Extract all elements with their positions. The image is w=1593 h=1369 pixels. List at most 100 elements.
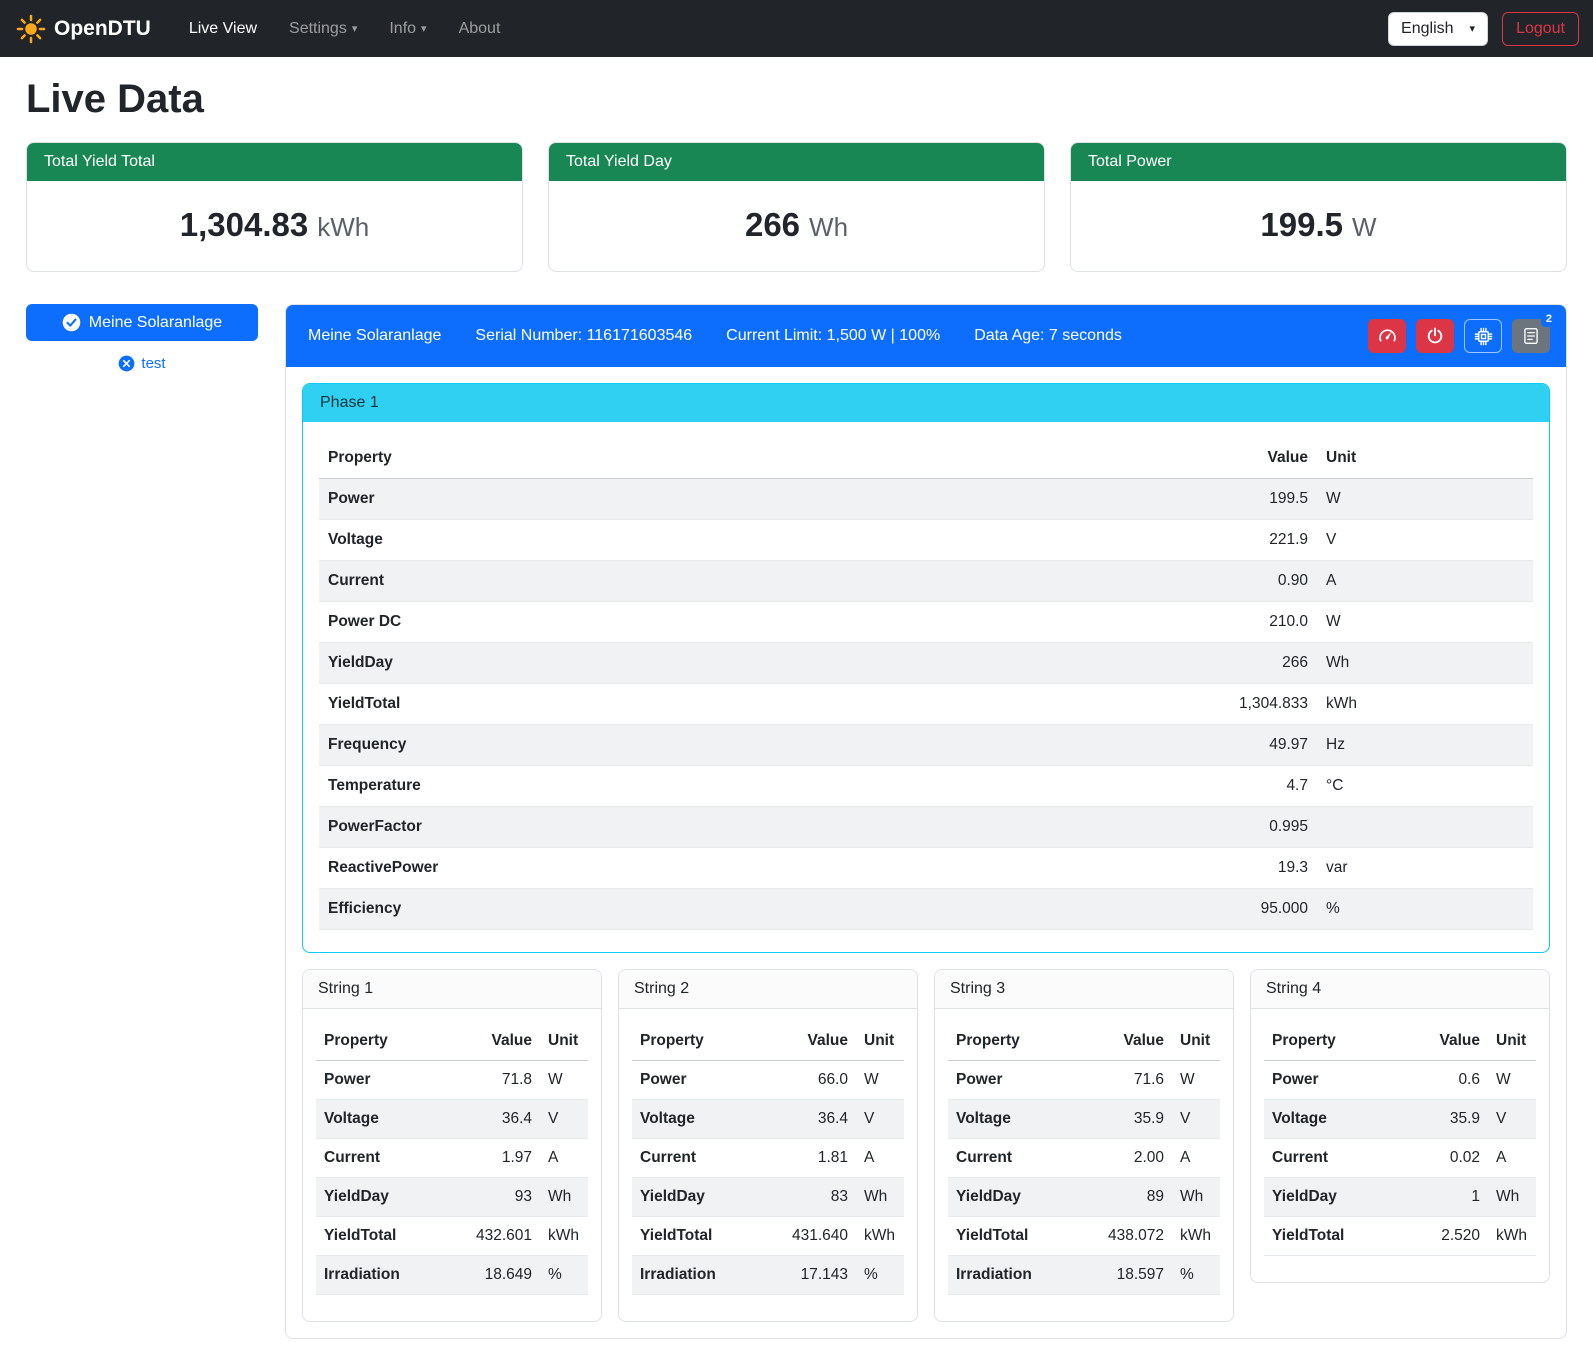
unit-cell: Hz (1317, 725, 1533, 766)
limit-settings-button[interactable] (1368, 319, 1406, 353)
table-header-row: Property Value Unit (319, 438, 1533, 479)
value-cell: 71.6 (1096, 1061, 1172, 1100)
x-circle-icon (118, 355, 135, 372)
unit-cell: A (1172, 1139, 1220, 1178)
unit-cell: W (856, 1061, 904, 1100)
value-cell: 1,304.833 (1147, 684, 1317, 725)
value-cell: 18.649 (464, 1256, 540, 1295)
value-cell: 17.143 (780, 1256, 856, 1295)
unit-cell: W (1172, 1061, 1220, 1100)
inverter-select-button[interactable]: Meine Solaranlage (26, 304, 258, 341)
phase-card: Phase 1 Property Value Unit Power199.5WV… (302, 383, 1550, 953)
page-title: Live Data (26, 77, 1593, 122)
table-row: Irradiation18.597% (948, 1256, 1220, 1295)
property-cell: Frequency (319, 725, 1147, 766)
column-header-unit: Unit (1172, 1022, 1220, 1061)
nav-settings[interactable]: Settings ▾ (277, 12, 369, 46)
inverter-test-link[interactable]: test (118, 355, 165, 372)
nav-live-view-label: Live View (189, 20, 257, 38)
navbar: OpenDTU Live View Settings ▾ Info ▾ Abou… (0, 0, 1593, 57)
string-3-table: Property Value Unit Power71.6WVoltage35.… (948, 1022, 1220, 1295)
property-cell: YieldTotal (632, 1217, 780, 1256)
string-1-header: String 1 (303, 970, 601, 1009)
property-cell: Power (319, 479, 1147, 520)
unit-cell: % (540, 1256, 588, 1295)
language-select[interactable]: English ▾ (1388, 12, 1488, 46)
value-cell: 35.9 (1412, 1100, 1488, 1139)
nav-live-view[interactable]: Live View (177, 12, 269, 46)
card-total-power-body: 199.5 W (1071, 181, 1566, 271)
value-cell: 18.597 (1096, 1256, 1172, 1295)
column-header-unit: Unit (1317, 438, 1533, 479)
card-total-power: Total Power 199.5 W (1070, 142, 1567, 272)
string-3-body: Property Value Unit Power71.6WVoltage35.… (935, 1009, 1233, 1321)
value-cell: 95.000 (1147, 889, 1317, 930)
power-button[interactable] (1416, 319, 1454, 353)
property-cell: YieldDay (1264, 1178, 1412, 1217)
cpu-chip-icon (1474, 327, 1493, 346)
value-cell: 1 (1412, 1178, 1488, 1217)
nav-settings-label: Settings (289, 20, 347, 38)
value-cell: 266 (1147, 643, 1317, 684)
brand[interactable]: OpenDTU (16, 14, 151, 44)
value-cell: 2.00 (1096, 1139, 1172, 1178)
column-header-property: Property (1264, 1022, 1412, 1061)
value-cell: 36.4 (780, 1100, 856, 1139)
table-row: Frequency49.97Hz (319, 725, 1533, 766)
string-2-table: Property Value Unit Power66.0WVoltage36.… (632, 1022, 904, 1295)
column-header-property: Property (632, 1022, 780, 1061)
table-row: Power0.6W (1264, 1061, 1536, 1100)
string-card-3: String 3 Property Value Unit Power71.6WV… (934, 969, 1234, 1322)
table-row: YieldDay89Wh (948, 1178, 1220, 1217)
value-cell: 93 (464, 1178, 540, 1217)
property-cell: YieldDay (632, 1178, 780, 1217)
phase-card-header: Phase 1 (303, 384, 1549, 422)
inverter-limit: Current Limit: 1,500 W | 100% (726, 327, 940, 345)
string-2-header: String 2 (619, 970, 917, 1009)
value-cell: 71.8 (464, 1061, 540, 1100)
column-header-unit: Unit (540, 1022, 588, 1061)
unit-cell: W (540, 1061, 588, 1100)
event-log-button[interactable]: 2 (1512, 319, 1550, 353)
nav-about[interactable]: About (447, 12, 513, 46)
chevron-down-icon: ▾ (1470, 22, 1476, 35)
property-cell: Temperature (319, 766, 1147, 807)
card-total-yield-day: Total Yield Day 266 Wh (548, 142, 1045, 272)
sun-logo-icon (16, 14, 46, 44)
value-cell: 19.3 (1147, 848, 1317, 889)
inverter-selector: Meine Solaranlage test (26, 304, 258, 372)
total-yield-total-value: 1,304.83 (180, 206, 308, 244)
unit-cell (1317, 807, 1533, 848)
property-cell: Voltage (316, 1100, 464, 1139)
value-cell: 36.4 (464, 1100, 540, 1139)
value-cell: 0.995 (1147, 807, 1317, 848)
property-cell: YieldTotal (948, 1217, 1096, 1256)
unit-cell: W (1488, 1061, 1536, 1100)
value-cell: 1.81 (780, 1139, 856, 1178)
table-row: Current0.90A (319, 561, 1533, 602)
table-header-row: Property Value Unit (948, 1022, 1220, 1061)
brand-label: OpenDTU (54, 17, 151, 41)
logout-button[interactable]: Logout (1502, 12, 1579, 46)
string-1-body: Property Value Unit Power71.8WVoltage36.… (303, 1009, 601, 1321)
unit-cell: A (1317, 561, 1533, 602)
nav-info[interactable]: Info ▾ (377, 12, 438, 46)
property-cell: Current (319, 561, 1147, 602)
column-header-unit: Unit (856, 1022, 904, 1061)
column-header-value: Value (1147, 438, 1317, 479)
table-row: YieldDay93Wh (316, 1178, 588, 1217)
property-cell: Power DC (319, 602, 1147, 643)
table-row: Power71.6W (948, 1061, 1220, 1100)
table-header-row: Property Value Unit (632, 1022, 904, 1061)
property-cell: YieldDay (948, 1178, 1096, 1217)
property-cell: Current (316, 1139, 464, 1178)
inverter-data-age: Data Age: 7 seconds (974, 327, 1122, 345)
table-row: Voltage35.9V (1264, 1100, 1536, 1139)
table-row: YieldTotal432.601kWh (316, 1217, 588, 1256)
phase-table-body: Power199.5WVoltage221.9VCurrent0.90APowe… (319, 479, 1533, 930)
inverter-serial: Serial Number: 116171603546 (475, 327, 692, 345)
string-2-body: Property Value Unit Power66.0WVoltage36.… (619, 1009, 917, 1321)
table-row: Current1.97A (316, 1139, 588, 1178)
unit-cell: Wh (856, 1178, 904, 1217)
device-info-button[interactable] (1464, 319, 1502, 353)
